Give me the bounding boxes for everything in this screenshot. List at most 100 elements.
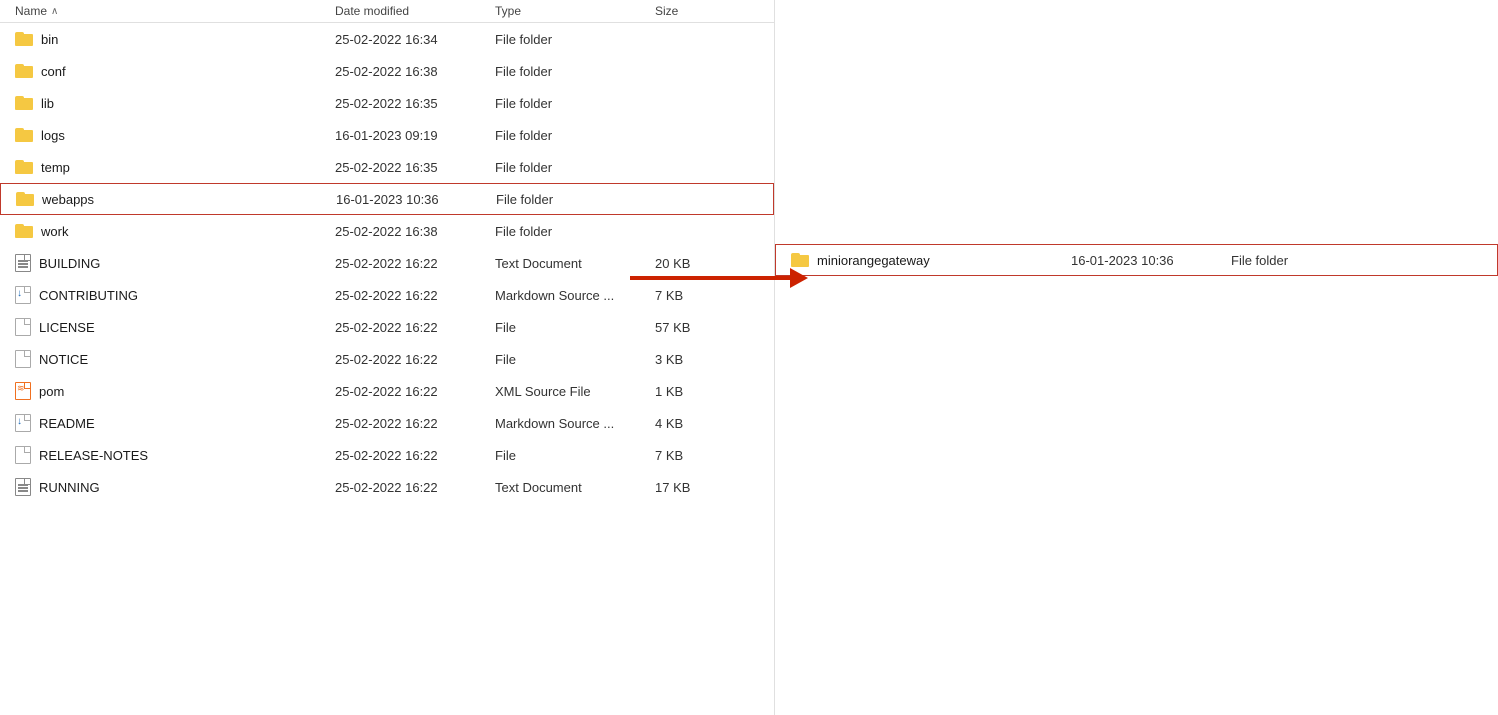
file-type: File folder <box>495 128 655 143</box>
file-type: Text Document <box>495 480 655 495</box>
file-type: File <box>495 448 655 463</box>
file-type: File folder <box>1231 253 1391 268</box>
file-date: 25-02-2022 16:22 <box>335 352 495 367</box>
file-name-text: LICENSE <box>39 320 95 335</box>
folder-icon <box>15 160 33 174</box>
right-file-list: miniorangegateway 16-01-2023 10:36File fo… <box>775 0 1498 276</box>
file-size: 4 KB <box>655 416 735 431</box>
list-item[interactable]: RELEASE-NOTES25-02-2022 16:22File7 KB <box>0 439 774 471</box>
doc-lines-icon <box>15 254 31 272</box>
file-size: 17 KB <box>655 480 735 495</box>
file-name-cell: RUNNING <box>15 478 335 496</box>
file-date: 25-02-2022 16:34 <box>335 32 495 47</box>
file-name-cell: NOTICE <box>15 350 335 368</box>
file-size: 57 KB <box>655 320 735 335</box>
list-item[interactable]: work 25-02-2022 16:38File folder <box>0 215 774 247</box>
file-type: Markdown Source ... <box>495 416 655 431</box>
file-size: 1 KB <box>655 384 735 399</box>
file-date: 25-02-2022 16:22 <box>335 480 495 495</box>
file-date: 25-02-2022 16:22 <box>335 320 495 335</box>
file-name-cell: CONTRIBUTING <box>15 286 335 304</box>
file-name-text: pom <box>39 384 64 399</box>
list-item[interactable]: webapps16-01-2023 10:36File folder <box>0 183 774 215</box>
file-name-text: webapps <box>42 192 94 207</box>
folder-icon <box>15 224 33 238</box>
file-name-cell: README <box>15 414 335 432</box>
file-type: File <box>495 320 655 335</box>
file-type: File folder <box>495 32 655 47</box>
file-date: 25-02-2022 16:35 <box>335 96 495 111</box>
folder-icon <box>15 96 33 110</box>
file-name-cell: pom <box>15 382 335 400</box>
file-date: 16-01-2023 10:36 <box>336 192 496 207</box>
header-name: Name ∧ <box>15 4 335 18</box>
list-item[interactable]: README25-02-2022 16:22Markdown Source ..… <box>0 407 774 439</box>
list-item[interactable]: LICENSE 25-02-2022 16:22File57 KB <box>0 311 774 343</box>
list-item[interactable]: miniorangegateway 16-01-2023 10:36File fo… <box>775 244 1498 276</box>
file-date: 25-02-2022 16:38 <box>335 224 495 239</box>
left-header: Name ∧ Date modified Type Size <box>0 0 774 23</box>
folder-icon <box>16 192 34 206</box>
file-type: File folder <box>495 160 655 175</box>
file-name-cell: miniorangegateway <box>791 253 1071 268</box>
file-name-cell: bin <box>15 32 335 47</box>
file-name-text: RUNNING <box>39 480 100 495</box>
folder-icon <box>15 128 33 142</box>
file-name-text: miniorangegateway <box>817 253 930 268</box>
file-type: File folder <box>495 64 655 79</box>
file-name-cell: webapps <box>16 192 336 207</box>
list-item[interactable]: pom 25-02-2022 16:22XML Source File1 KB <box>0 375 774 407</box>
list-item[interactable]: lib 25-02-2022 16:35File folder <box>0 87 774 119</box>
file-type: File folder <box>495 96 655 111</box>
doc-icon <box>15 318 31 336</box>
right-pane: miniorangegateway 16-01-2023 10:36File fo… <box>775 0 1498 715</box>
file-name-cell: logs <box>15 128 335 143</box>
file-name-cell: conf <box>15 64 335 79</box>
file-name-text: NOTICE <box>39 352 88 367</box>
file-name-text: RELEASE-NOTES <box>39 448 148 463</box>
file-name-cell: lib <box>15 96 335 111</box>
header-date: Date modified <box>335 4 495 18</box>
list-item[interactable]: conf25-02-2022 16:38File folder <box>0 55 774 87</box>
file-size: 3 KB <box>655 352 735 367</box>
doc-icon <box>15 446 31 464</box>
file-date: 16-01-2023 10:36 <box>1071 253 1231 268</box>
file-name-cell: RELEASE-NOTES <box>15 446 335 464</box>
file-name-cell: BUILDING <box>15 254 335 272</box>
list-item[interactable]: logs16-01-2023 09:19File folder <box>0 119 774 151</box>
file-name-text: README <box>39 416 95 431</box>
folder-icon <box>15 64 33 78</box>
file-date: 25-02-2022 16:22 <box>335 256 495 271</box>
file-type: File <box>495 352 655 367</box>
arrow-body <box>630 276 790 280</box>
file-name-text: lib <box>41 96 54 111</box>
file-date: 16-01-2023 09:19 <box>335 128 495 143</box>
list-item[interactable]: temp25-02-2022 16:35File folder <box>0 151 774 183</box>
file-date: 25-02-2022 16:22 <box>335 288 495 303</box>
markdown-icon <box>15 286 31 304</box>
list-item[interactable]: bin25-02-2022 16:34File folder <box>0 23 774 55</box>
folder-icon <box>15 32 33 46</box>
folder-icon <box>791 253 809 267</box>
list-item[interactable]: RUNNING 25-02-2022 16:22Text Document17 K… <box>0 471 774 503</box>
file-name-text: CONTRIBUTING <box>39 288 138 303</box>
file-name-cell: temp <box>15 160 335 175</box>
file-name-cell: work <box>15 224 335 239</box>
left-file-list: bin25-02-2022 16:34File folderconf25-02-… <box>0 23 774 503</box>
arrow-annotation <box>630 268 808 288</box>
file-type: File folder <box>495 224 655 239</box>
doc-lines-icon <box>15 478 31 496</box>
file-name-text: BUILDING <box>39 256 100 271</box>
file-date: 25-02-2022 16:38 <box>335 64 495 79</box>
list-item[interactable]: NOTICE 25-02-2022 16:22File3 KB <box>0 343 774 375</box>
sort-arrow-icon: ∧ <box>51 6 58 17</box>
file-size: 7 KB <box>655 288 735 303</box>
file-date: 25-02-2022 16:22 <box>335 384 495 399</box>
explorer-container: Name ∧ Date modified Type Size bin25-02-… <box>0 0 1498 715</box>
file-name-text: work <box>41 224 68 239</box>
file-name-cell: LICENSE <box>15 318 335 336</box>
file-type: XML Source File <box>495 384 655 399</box>
file-date: 25-02-2022 16:35 <box>335 160 495 175</box>
xml-icon <box>15 382 31 400</box>
header-size: Size <box>655 4 735 18</box>
